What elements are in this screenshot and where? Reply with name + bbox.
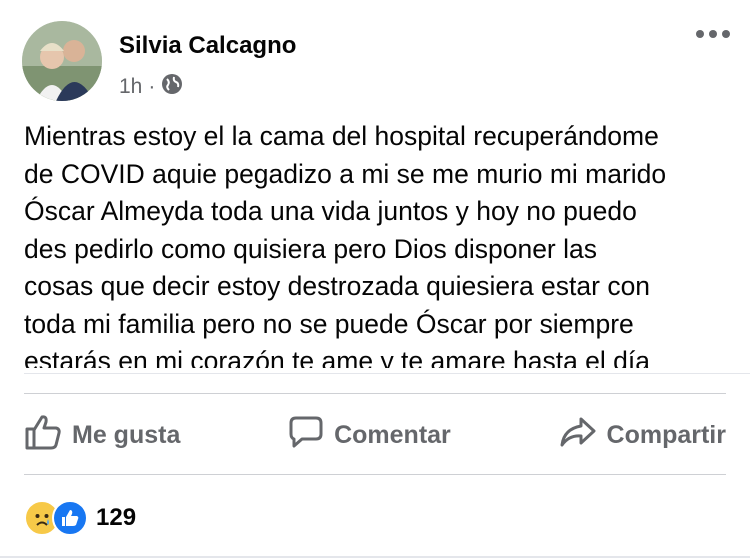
comment-button[interactable]: Comentar	[288, 415, 451, 456]
avatar-photo	[22, 21, 102, 101]
facebook-post: Silvia Calcagno 1h · Mientras estoy el l…	[0, 0, 750, 558]
comment-label: Comentar	[334, 420, 451, 449]
share-button[interactable]: Compartir	[559, 416, 726, 455]
like-icon	[52, 500, 88, 536]
meta-separator: ·	[148, 75, 156, 98]
thumbs-up-icon	[24, 414, 62, 457]
share-arrow-icon	[559, 416, 597, 455]
post-meta: 1h ·	[119, 73, 183, 101]
author-name[interactable]: Silvia Calcagno	[119, 32, 296, 60]
action-bar: Me gusta Comentar Compartir	[24, 400, 726, 470]
post-body-line: Mientras estoy el la cama del hospital r…	[24, 121, 659, 151]
more-options-icon[interactable]	[696, 30, 730, 38]
comment-icon	[288, 415, 324, 456]
avatar[interactable]	[22, 21, 102, 101]
like-button[interactable]: Me gusta	[24, 414, 180, 457]
divider	[24, 474, 726, 475]
divider	[24, 373, 750, 374]
like-label: Me gusta	[72, 420, 181, 449]
post-body-line: Óscar Almeyda toda una vida juntos y hoy…	[24, 196, 637, 226]
divider	[24, 393, 726, 394]
post-body-line: cosas que decir estoy destrozada quiesie…	[24, 271, 651, 301]
share-label: Compartir	[606, 420, 726, 449]
post-body-line: des pedirlo como quisiera pero Dios disp…	[24, 233, 597, 264]
globe-icon	[161, 73, 183, 101]
post-time[interactable]: 1h	[119, 75, 142, 99]
post-body-line: toda mi familia pero no se puede Óscar p…	[24, 308, 634, 339]
post-body-line: estarás en mi corazón te ame y te amare …	[24, 346, 651, 368]
post-body-line: de COVID aquie pegadizo a mi se me murio…	[24, 158, 667, 189]
reaction-summary[interactable]: 129	[24, 500, 136, 536]
reaction-count: 129	[96, 504, 137, 531]
post-body: Mientras estoy el la cama del hospital r…	[24, 118, 734, 368]
